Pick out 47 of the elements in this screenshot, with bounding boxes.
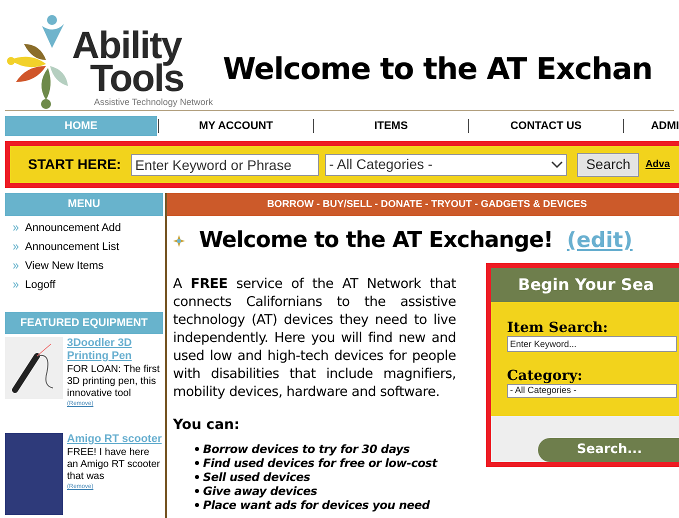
feature-item: Borrow devices to try for 30 days <box>203 442 410 456</box>
item-search-label: Item Search: <box>507 320 609 336</box>
category-dropdown[interactable]: - All Categories - <box>507 384 677 398</box>
you-can-heading: You can: <box>173 416 241 435</box>
chevron-right-icon <box>13 225 19 231</box>
menu-item[interactable]: Logoff <box>25 276 56 294</box>
page-title: Welcome to the AT Exchan <box>222 51 652 89</box>
chevron-right-icon <box>13 263 19 269</box>
search-panel-header: Begin Your Sea <box>491 268 679 302</box>
category-dropdown[interactable]: - All Categories - <box>325 154 568 176</box>
nav-tab[interactable]: ITEMS <box>315 116 467 136</box>
menu-header: MENU <box>5 193 163 216</box>
bullet-icon <box>195 489 199 493</box>
keyword-field[interactable]: Enter Keyword or Phrase <box>131 154 320 176</box>
banner: BORROW - BUY/SELL - DONATE - TRYOUT - GADGETS & DEVICES <box>167 193 679 216</box>
nav-tab[interactable]: ADMI <box>625 116 679 136</box>
bullet-icon <box>195 475 199 479</box>
intro-paragraph: A FREE service of the AT Network that connects Californians to the assistive technology (AT) devices they need to live independently. Here you will find new and used low and high-tech devices for people with disabilities that include magnifiers, mobility devices, hardware and software. <box>173 275 456 401</box>
feature-item: Place want ads for devices you need <box>203 498 430 512</box>
sparkle-icon <box>173 234 185 246</box>
search-button[interactable]: Search <box>577 152 640 176</box>
logo-flower-icon <box>6 14 68 110</box>
logo-text: Tools <box>90 62 184 96</box>
keyword-field[interactable]: Enter Keyword... <box>507 336 677 352</box>
feature-item: Find used devices for free or low-cost <box>203 456 438 470</box>
feature-item: Give away devices <box>203 484 318 498</box>
bullet-icon <box>195 461 199 465</box>
welcome-heading: Welcome to the AT Exchange! <box>199 227 553 255</box>
chevron-right-icon <box>13 244 19 250</box>
featured-item-description: FOR LOAN: The first 3D printing pen, this innovative tool <box>67 364 161 400</box>
nav-tab[interactable]: MY ACCOUNT <box>160 116 312 136</box>
search-label: START HERE: <box>28 155 122 174</box>
menu-item[interactable]: Announcement List <box>25 238 120 256</box>
bullet-icon <box>195 447 199 451</box>
bullet-icon <box>195 503 199 507</box>
chevron-right-icon <box>13 282 19 288</box>
menu-item[interactable]: View New Items <box>25 258 104 274</box>
featured-header: FEATURED EQUIPMENT <box>5 312 163 334</box>
chevron-down-icon <box>551 160 564 168</box>
search-button[interactable]: Search... <box>538 438 679 462</box>
feature-item: Sell used devices <box>203 470 310 484</box>
nav-tab[interactable]: CONTACT US <box>470 116 622 136</box>
advanced-search-link[interactable]: Adva <box>645 157 670 172</box>
logo-tagline: Assistive Technology Network <box>93 98 213 107</box>
category-label: Category: <box>507 368 584 384</box>
featured-item-description: FREE! I have here an Amigo RT scooter that was <box>67 447 162 483</box>
menu-item[interactable]: Announcement Add <box>25 220 122 236</box>
